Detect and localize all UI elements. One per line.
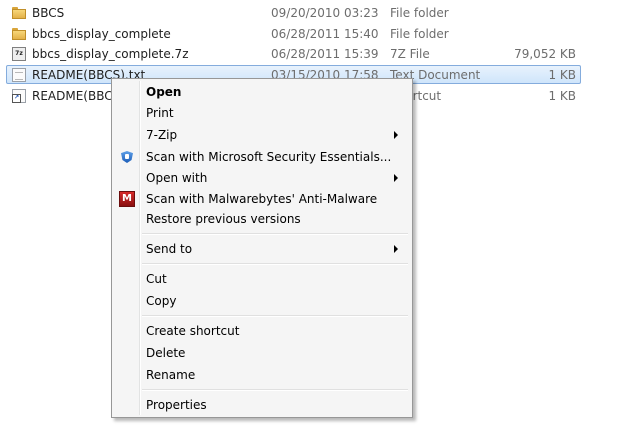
shortcut-arrow-icon: ↗ [12,94,21,103]
menu-item-create-shortcut[interactable]: Create shortcut [114,320,410,341]
menu-item-delete[interactable]: Delete [114,342,410,363]
menu-item-restore-previous-versions[interactable]: Restore previous versions [114,208,410,229]
archive-icon: 7z [12,47,26,61]
file-row-bbcs-display-complete[interactable]: bbcs_display_complete 06/28/2011 15:40 F… [6,24,581,43]
menu-item-scan-mse[interactable]: Scan with Microsoft Security Essentials.… [114,146,410,167]
menu-separator [142,263,408,265]
file-date: 09/20/2010 03:23 [271,6,379,20]
folder-icon [12,27,26,41]
folder-icon [12,6,26,20]
malwarebytes-icon: M [119,191,135,207]
menu-item-print[interactable]: Print [114,102,410,123]
file-row-bbcs[interactable]: BBCS 09/20/2010 03:23 File folder [6,3,581,22]
menu-item-label: Create shortcut [146,324,240,338]
menu-item-open[interactable]: Open [114,81,410,102]
menu-item-label: 7-Zip [146,128,178,142]
menu-item-label: Scan with Microsoft Security Essentials.… [146,150,392,164]
menu-separator [142,315,408,317]
submenu-arrow-icon [394,131,398,139]
submenu-arrow-icon [394,174,398,182]
menu-item-properties[interactable]: Properties [114,394,410,415]
menu-item-7zip[interactable]: 7-Zip [114,124,410,145]
microsoft-security-essentials-icon [119,149,135,165]
file-size: 1 KB [548,89,576,103]
file-size: 1 KB [548,68,576,82]
menu-item-label: Rename [146,368,196,382]
file-type: File folder [390,6,449,20]
menu-item-cut[interactable]: Cut [114,268,410,289]
menu-item-label: Scan with Malwarebytes' Anti-Malware [146,192,378,206]
file-name: bbcs_display_complete.7z [32,47,189,61]
menu-separator [142,389,408,391]
file-name: BBCS [32,6,65,20]
menu-item-copy[interactable]: Copy [114,290,410,311]
menu-item-send-to[interactable]: Send to [114,238,410,259]
menu-item-rename[interactable]: Rename [114,364,410,385]
file-name: bbcs_display_complete [32,27,171,41]
file-size: 79,052 KB [514,47,576,61]
file-date: 06/28/2011 15:39 [271,47,379,61]
menu-separator [142,233,408,235]
menu-item-label: Delete [146,346,186,360]
menu-item-label: Properties [146,398,207,412]
context-menu: Open Print 7-Zip Scan with Microsoft Sec… [111,78,413,418]
file-date: 06/28/2011 15:40 [271,27,379,41]
text-document-icon [12,68,26,82]
menu-item-label: Copy [146,294,177,308]
menu-item-open-with[interactable]: Open with [114,167,410,188]
shortcut-icon: ↗ [12,89,26,103]
menu-item-scan-malwarebytes[interactable]: M Scan with Malwarebytes' Anti-Malware [114,188,410,209]
file-type: 7Z File [390,47,430,61]
submenu-arrow-icon [394,245,398,253]
menu-item-label: Open with [146,171,208,185]
menu-item-label: Send to [146,242,193,256]
menu-item-label: Cut [146,272,167,286]
menu-item-label: Open [146,85,182,99]
menu-item-label: Print [146,106,174,120]
file-type: File folder [390,27,449,41]
menu-item-label: Restore previous versions [146,212,301,226]
file-row-bbcs-display-complete-7z[interactable]: 7z bbcs_display_complete.7z 06/28/2011 1… [6,44,581,63]
